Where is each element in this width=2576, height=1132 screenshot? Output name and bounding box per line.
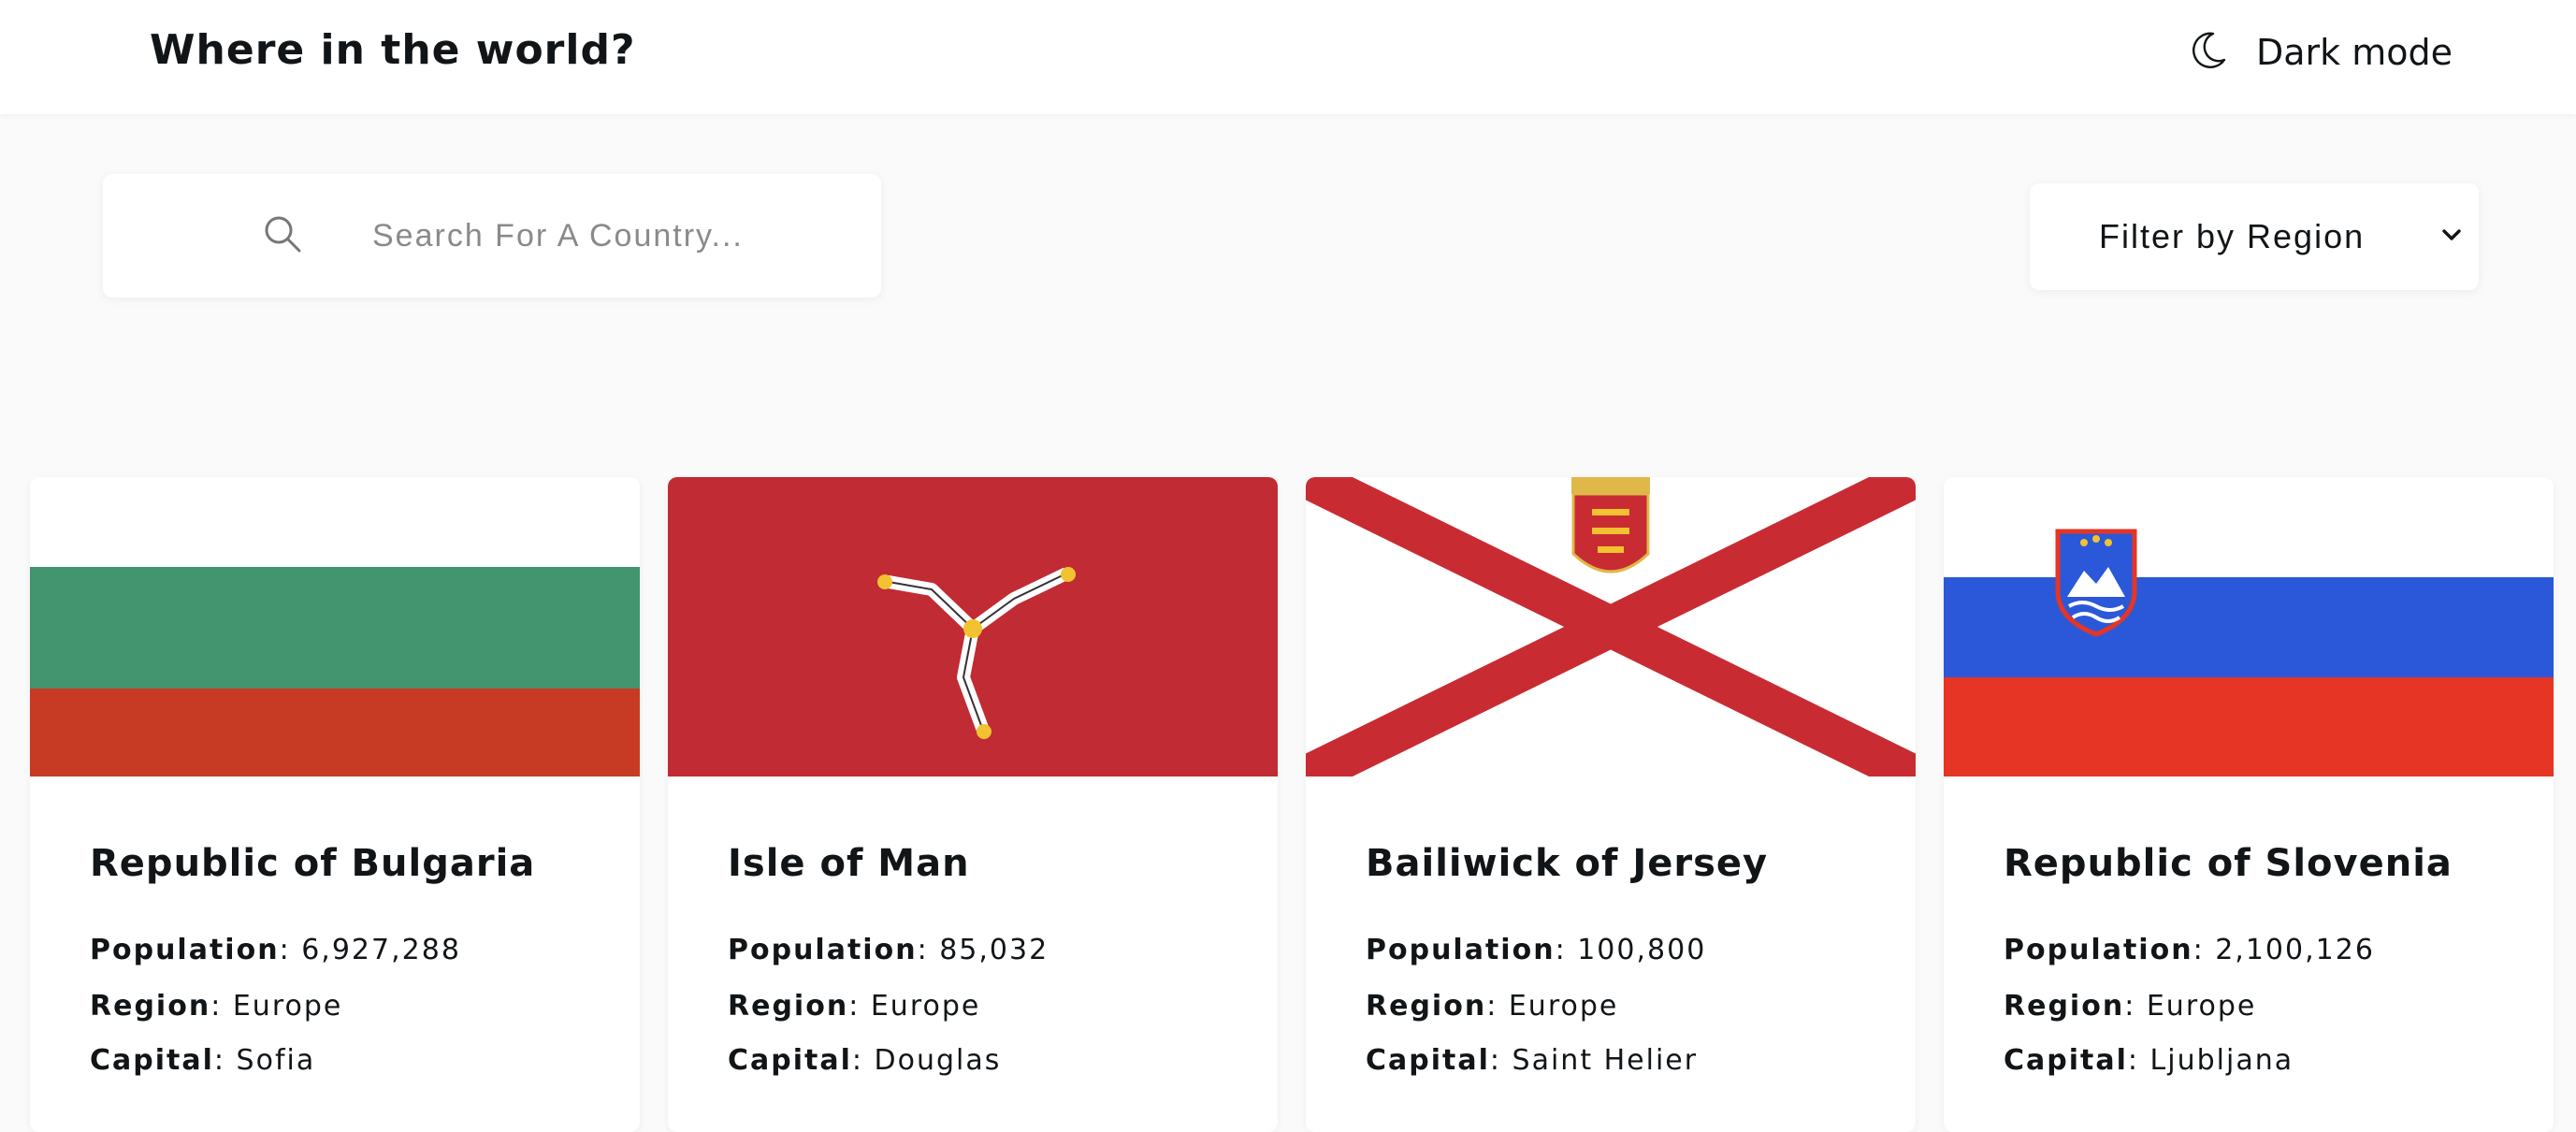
app-title: Where in the world?: [150, 26, 636, 74]
dark-mode-toggle[interactable]: Dark mode: [2185, 28, 2453, 77]
region-stat: Region: Europe: [90, 990, 343, 1023]
region-value: Europe: [870, 990, 981, 1023]
capital-stat: Capital: Saint Helier: [1366, 1044, 1699, 1077]
country-name: Isle of Man: [728, 842, 970, 885]
capital-stat: Capital: Ljubljana: [2004, 1044, 2294, 1077]
region-value: Europe: [2146, 990, 2257, 1023]
flag-slovenia: [1944, 477, 2554, 776]
flag-bulgaria: [30, 477, 640, 776]
search-input[interactable]: [372, 202, 859, 269]
region-stat: Region: Europe: [1366, 990, 1619, 1023]
population-value: 85,032: [939, 934, 1049, 966]
app-header: Where in the world? Dark mode: [0, 0, 2576, 114]
region-filter-select[interactable]: Filter by Region: [2030, 183, 2479, 290]
capital-value: Saint Helier: [1512, 1044, 1699, 1077]
country-card-jersey[interactable]: Bailiwick of Jersey Population: 100,800 …: [1306, 477, 1916, 1132]
flag-jersey: [1306, 477, 1916, 776]
population-stat: Population: 100,800: [1366, 934, 1707, 966]
capital-value: Douglas: [874, 1044, 1002, 1077]
dark-mode-label: Dark mode: [2256, 32, 2453, 73]
country-card-bulgaria[interactable]: Republic of Bulgaria Population: 6,927,2…: [30, 477, 640, 1132]
population-value: 100,800: [1577, 934, 1707, 966]
capital-value: Ljubljana: [2149, 1044, 2294, 1077]
capital-stat: Capital: Douglas: [728, 1044, 1002, 1077]
country-name: Republic of Bulgaria: [90, 842, 536, 885]
population-stat: Population: 85,032: [728, 934, 1049, 966]
country-name: Republic of Slovenia: [2004, 842, 2453, 885]
region-stat: Region: Europe: [2004, 990, 2257, 1023]
region-value: Europe: [232, 990, 343, 1023]
region-value: Europe: [1508, 990, 1619, 1023]
region-stat: Region: Europe: [728, 990, 981, 1023]
population-stat: Population: 6,927,288: [90, 934, 461, 966]
country-card-slovenia[interactable]: Republic of Slovenia Population: 2,100,1…: [1944, 477, 2554, 1132]
country-card-isle-of-man[interactable]: Isle of Man Population: 85,032 Region: E…: [668, 477, 1278, 1132]
population-value: 6,927,288: [301, 934, 461, 966]
moon-icon: [2185, 28, 2230, 77]
population-stat: Population: 2,100,126: [2004, 934, 2375, 966]
country-name: Bailiwick of Jersey: [1366, 842, 1769, 885]
search-box[interactable]: [103, 174, 881, 298]
flag-isle-of-man: [668, 477, 1278, 776]
capital-value: Sofia: [236, 1044, 316, 1077]
population-value: 2,100,126: [2215, 934, 2375, 966]
capital-stat: Capital: Sofia: [90, 1044, 316, 1077]
region-filter-label: Filter by Region: [2099, 217, 2366, 255]
